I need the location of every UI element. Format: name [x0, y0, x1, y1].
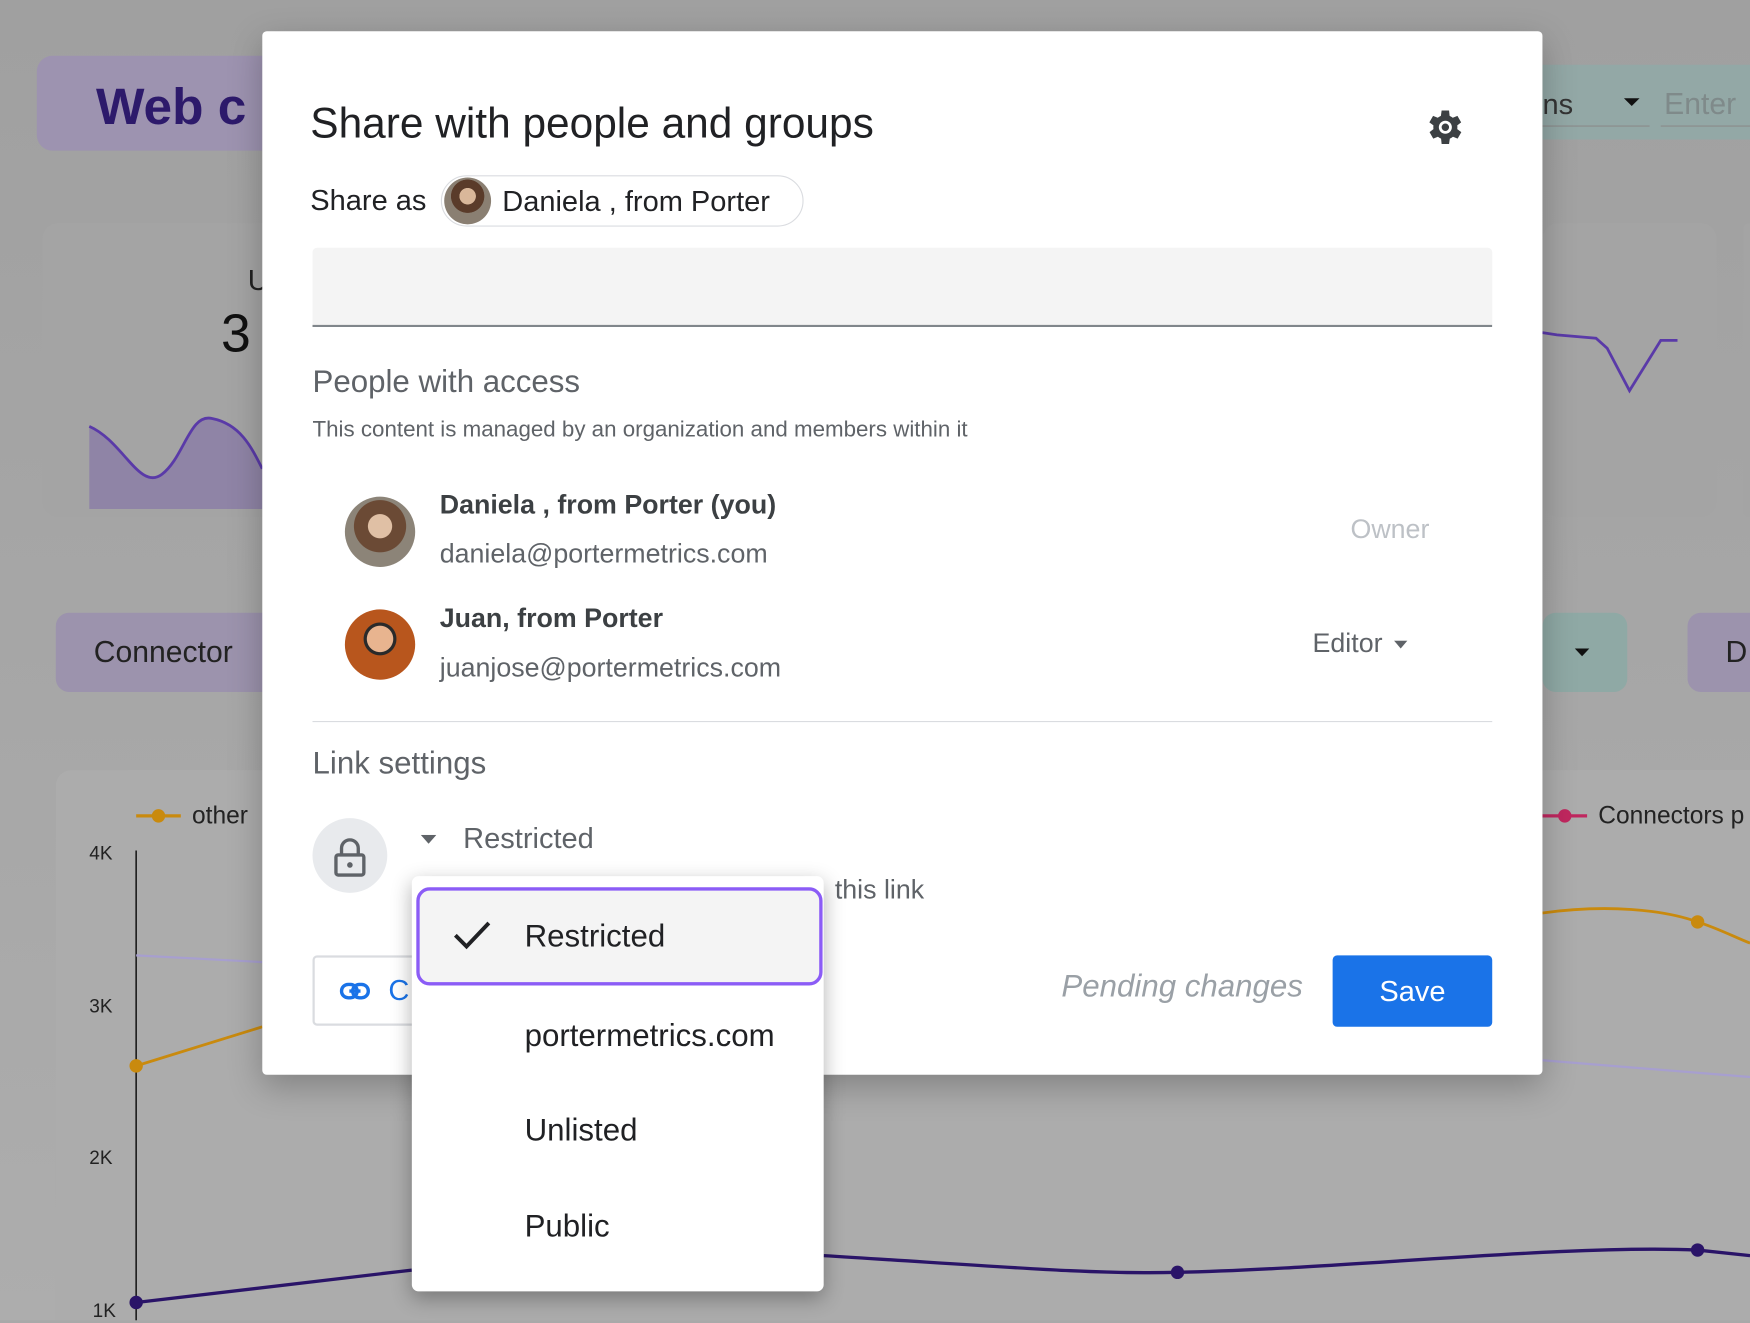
connector-filter[interactable]: Connector	[94, 635, 233, 670]
menu-item-restricted[interactable]: Restricted	[416, 887, 823, 986]
link-access-dropdown[interactable]: Restricted	[420, 821, 594, 856]
dashboard-title: Web c	[95, 77, 247, 136]
menu-item-domain[interactable]: portermetrics.com	[416, 987, 822, 1085]
person-name: Daniela , from Porter (you)	[439, 489, 777, 521]
menu-item-label: Restricted	[524, 918, 666, 954]
avatar	[344, 609, 416, 680]
add-people-input[interactable]	[312, 247, 1493, 328]
y-tick: 3K	[89, 995, 113, 1017]
share-as-name: Daniela , from Porter	[502, 183, 770, 218]
link-icon	[339, 982, 370, 999]
menu-item-public[interactable]: Public	[416, 1177, 822, 1275]
people-heading: People with access	[312, 363, 581, 399]
person-email: juanjose@portermetrics.com	[439, 652, 782, 684]
owner-role: Owner	[1350, 514, 1430, 545]
check-icon	[453, 921, 491, 950]
save-button[interactable]: Save	[1332, 955, 1493, 1027]
copy-link-label: C	[388, 973, 410, 1007]
gear-icon[interactable]	[1423, 105, 1468, 150]
dialog-title: Share with people and groups	[310, 100, 874, 148]
pending-changes: Pending changes	[1061, 968, 1303, 1004]
link-access-value: Restricted	[463, 821, 594, 855]
enter-input[interactable]: Enter	[1664, 87, 1736, 122]
person-email: daniela@portermetrics.com	[439, 539, 768, 570]
menu-item-label: portermetrics.com	[524, 1017, 775, 1053]
avatar	[444, 177, 492, 225]
y-tick: 4K	[89, 842, 113, 864]
link-access-menu: Restricted portermetrics.com Unlisted Pu…	[411, 876, 824, 1292]
filter-label: ns	[1542, 87, 1574, 121]
menu-item-label: Public	[524, 1208, 610, 1244]
menu-item-label: Unlisted	[524, 1112, 638, 1148]
y-tick: 2K	[89, 1147, 113, 1169]
share-as-chip[interactable]: Daniela , from Porter	[440, 175, 804, 227]
role-dropdown[interactable]: Editor	[1313, 628, 1408, 659]
lock-icon	[334, 838, 366, 877]
card-value: 3	[220, 304, 251, 364]
y-tick: 1K	[92, 1300, 116, 1322]
legend-connectors: Connectors p	[1598, 801, 1745, 830]
link-description: this link	[834, 875, 925, 906]
menu-item-unlisted[interactable]: Unlisted	[416, 1082, 822, 1180]
share-as-label: Share as	[310, 183, 427, 217]
lock-icon-circle	[312, 818, 388, 893]
divider	[312, 721, 1493, 723]
avatar	[344, 496, 416, 567]
editor-role: Editor	[1312, 628, 1383, 659]
caret-down-icon	[1393, 640, 1408, 648]
person-name: Juan, from Porter	[439, 603, 664, 634]
link-heading: Link settings	[312, 745, 487, 781]
caret-down-icon	[420, 834, 437, 844]
people-subtitle: This content is managed by an organizati…	[312, 417, 968, 442]
right-filter[interactable]: D	[1725, 635, 1747, 670]
legend-other: other	[191, 801, 248, 830]
